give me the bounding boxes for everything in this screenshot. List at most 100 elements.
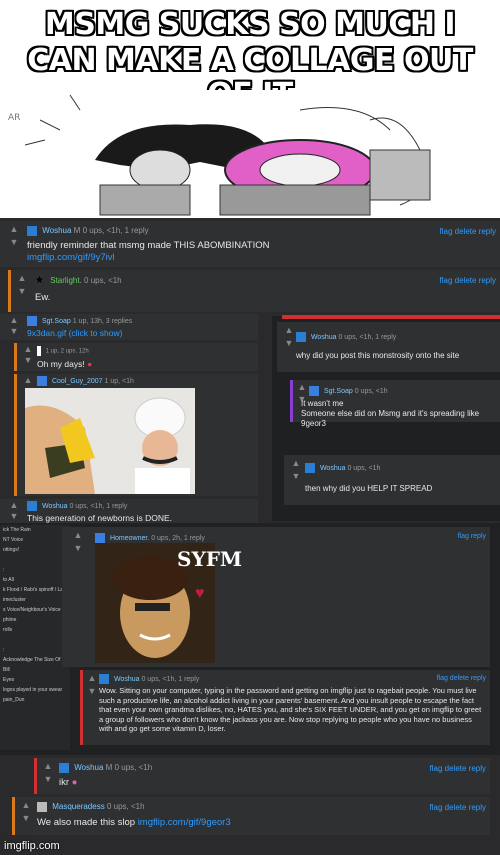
upvote-icon[interactable]: ▲: [17, 273, 27, 283]
comment-username[interactable]: Sgt.Soap: [42, 318, 71, 325]
downvote-icon[interactable]: ▼: [73, 543, 83, 553]
upvote-icon[interactable]: ▲: [21, 800, 31, 810]
comment-username[interactable]: Woshua: [42, 503, 68, 510]
upvote-icon[interactable]: ▲: [23, 344, 33, 354]
sidebar-item[interactable]: :: [0, 645, 70, 655]
sidebar-item[interactable]: to All: [0, 575, 70, 585]
sidebar-item[interactable]: Eyes: [0, 675, 70, 685]
comment-username[interactable]: Woshua: [320, 465, 346, 472]
comment-meta: 0 ups, 2h, 1 reply: [151, 534, 205, 542]
avatar[interactable]: [95, 533, 105, 543]
comment-woshua-1: ▲ ▼ Woshua M 0 ups, <1h, 1 reply flag de…: [0, 221, 500, 267]
broken-heart-icon: ♥: [195, 585, 205, 602]
comment-woshua-newborns: ▲ ▼ Woshua 0 ups, <1h, 1 reply This gene…: [0, 499, 258, 525]
sidebar-item[interactable]: logos played in your swear: [0, 685, 70, 695]
comment-username[interactable]: Woshua: [311, 334, 337, 341]
comment-username[interactable]: Homeowner.: [110, 535, 149, 542]
downvote-icon[interactable]: ▼: [87, 686, 97, 696]
upvote-icon[interactable]: ▲: [297, 382, 307, 392]
comment-username[interactable]: Sgt.Soap: [324, 388, 353, 395]
downvote-icon[interactable]: ▼: [23, 355, 33, 365]
comment-actions[interactable]: flag delete reply: [437, 675, 486, 682]
upvote-icon[interactable]: ▲: [73, 530, 83, 540]
comment-username[interactable]: Cool_Guy_2007: [52, 378, 103, 385]
comment-username[interactable]: Masqueradess: [52, 802, 104, 811]
sidebar-item[interactable]: [0, 635, 70, 645]
reply-sgtsoap: ▲ ▼ Sgt.Soap 0 ups, <1h It wasn't me Som…: [290, 380, 500, 428]
avatar[interactable]: [296, 332, 306, 342]
syfm-text: SYFM: [177, 547, 243, 571]
comment-text: why did you post this monstrosity onto t…: [296, 351, 460, 360]
sidebar-item[interactable]: imecluster: [0, 595, 70, 605]
comment-woshua-ikr: ▲ ▼ Woshua M 0 ups, <1h flag delete repl…: [34, 758, 490, 794]
sidebar-item[interactable]: ottings!: [0, 545, 70, 555]
comment-meta: 0 ups, <1h: [106, 802, 145, 812]
downvote-icon[interactable]: ▼: [284, 338, 294, 348]
avatar[interactable]: [27, 226, 37, 236]
star-icon: ★: [35, 275, 44, 286]
comment-actions[interactable]: flag delete reply: [430, 764, 486, 773]
upvote-icon[interactable]: ▲: [9, 224, 19, 234]
comment-text: ikr ●: [59, 777, 78, 788]
upvote-icon[interactable]: ▲: [9, 500, 19, 510]
sidebar-item[interactable]: [0, 555, 70, 565]
sidebar-item[interactable]: ick The Rain: [0, 525, 70, 535]
downvote-icon[interactable]: ▼: [9, 237, 19, 247]
sidebar-item[interactable]: phiine: [0, 615, 70, 625]
downvote-icon[interactable]: ▼: [17, 286, 27, 296]
comment-username[interactable]: Woshua: [114, 676, 140, 683]
sidebar-item[interactable]: Bill: [0, 665, 70, 675]
avatar[interactable]: [37, 376, 47, 386]
comment-actions[interactable]: flag delete reply: [440, 227, 496, 236]
thread-marker: [282, 315, 500, 319]
avatar[interactable]: [59, 763, 69, 773]
comment-link[interactable]: imgflip.com/gif/9y7ivl: [27, 252, 115, 264]
upvote-icon[interactable]: ▲: [87, 673, 97, 683]
comment-text: friendly reminder that msmg made THIS AB…: [27, 240, 270, 251]
reply-woshua-spread: ▲ ▼ Woshua 0 ups, <1h then why did you H…: [284, 455, 500, 505]
upvote-icon[interactable]: ▲: [284, 325, 294, 335]
downvote-icon[interactable]: ▼: [9, 511, 19, 521]
comment-actions[interactable]: flag delete reply: [430, 803, 486, 812]
avatar[interactable]: [27, 316, 37, 326]
downvote-icon[interactable]: ▼: [291, 471, 301, 481]
downvote-icon[interactable]: ▼: [21, 813, 31, 823]
sidebar-item[interactable]: NT Voice: [0, 535, 70, 545]
gif-link[interactable]: 9x3dan.gif (click to show): [27, 327, 122, 339]
comment-username[interactable]: Woshua: [74, 763, 103, 772]
comment-text: It wasn't me Someone else did on Msmg an…: [301, 399, 480, 428]
avatar[interactable]: [37, 802, 47, 812]
upvote-icon[interactable]: ▲: [43, 761, 53, 771]
sidebar-item[interactable]: rolls: [0, 625, 70, 635]
avatar[interactable]: [37, 346, 41, 356]
syfm-meme-image[interactable]: SYFM ♥: [95, 543, 242, 663]
sidebar-item[interactable]: pain_Dun: [0, 695, 70, 705]
sidebar-item[interactable]: Acknowledge The Size Of Templates: [0, 655, 70, 665]
comment-meta: 0 ups, <1h: [354, 387, 388, 395]
comment-actions[interactable]: flag reply: [458, 533, 486, 540]
comment-text: Ew.: [35, 292, 51, 303]
upvote-icon[interactable]: ▲: [9, 315, 19, 325]
chef-meme-image[interactable]: [25, 388, 195, 494]
comment-meta: 1 up, 13h, 3 replies: [72, 317, 133, 325]
comment-username[interactable]: Starlight.: [50, 276, 82, 285]
downvote-icon[interactable]: ▼: [43, 774, 53, 784]
sidebar-item[interactable]: s Voice/Neighbour's Voice: [0, 605, 70, 615]
comment-actions[interactable]: flag delete reply: [440, 276, 496, 285]
avatar[interactable]: [305, 463, 315, 473]
avatar[interactable]: [309, 386, 319, 396]
sidebar-item[interactable]: :: [0, 565, 70, 575]
reply-woshua-monstrosity: ▲ ▼ Woshua 0 ups, <1h, 1 reply why did y…: [277, 322, 500, 372]
comment-meta: 0 ups, <1h, 1 reply: [338, 333, 397, 341]
comment-username[interactable]: Woshua: [42, 226, 71, 235]
comment-homeowner: ▲ ▼ Homeowner. 0 ups, 2h, 1 reply flag r…: [62, 527, 490, 667]
downvote-icon[interactable]: ▼: [9, 326, 19, 336]
avatar[interactable]: [27, 501, 37, 511]
comment-sgtsoap: ▲ ▼ Sgt.Soap 1 up, 13h, 3 replies 9x3dan…: [0, 314, 258, 340]
upvote-icon[interactable]: ▲: [23, 375, 33, 385]
sidebar-item[interactable]: k Flood / Rabi's spinoff / Lanin: [0, 585, 70, 595]
upvote-icon[interactable]: ▲: [291, 458, 301, 468]
avatar[interactable]: [99, 674, 109, 684]
comment-meta: 0 ups, <1h, 1 reply: [69, 502, 128, 510]
comment-link[interactable]: imgflip.com/gif/9geor3: [138, 817, 231, 828]
